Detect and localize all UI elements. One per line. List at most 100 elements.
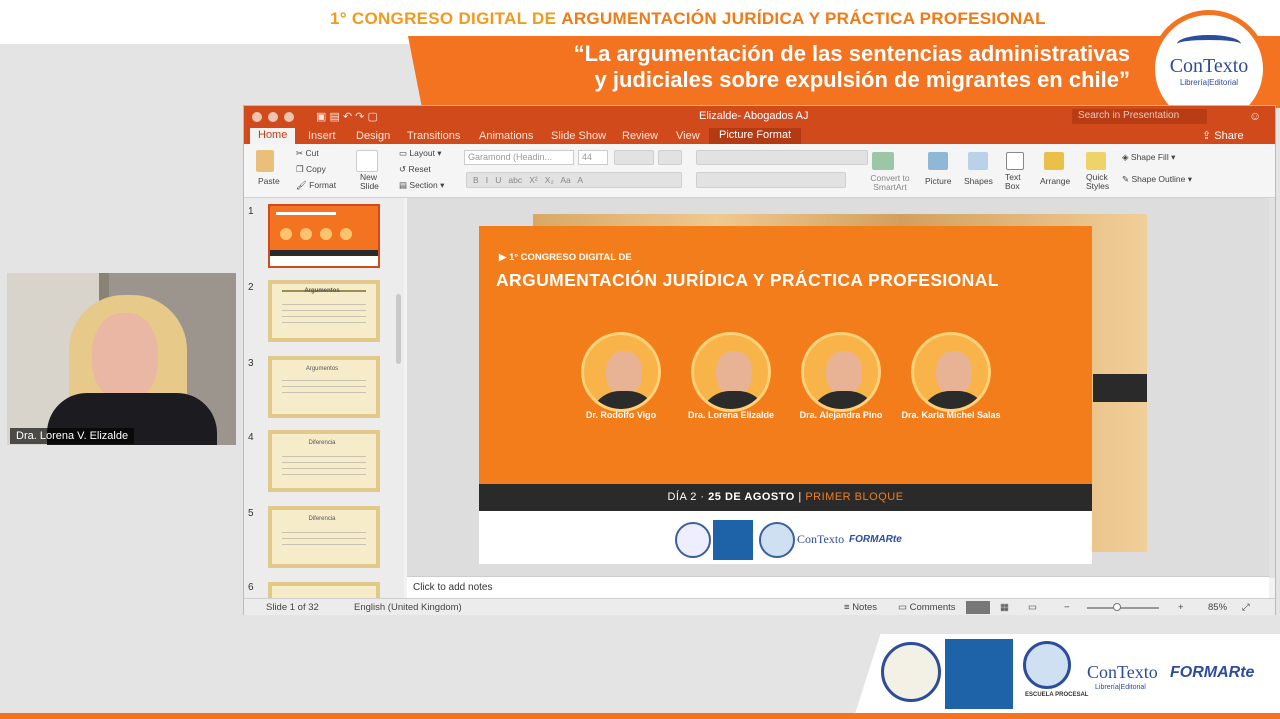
webcam-video	[7, 273, 236, 445]
subtitle-line-2: y judiciales sobre expulsión de migrante…	[594, 67, 1130, 92]
layout-button[interactable]: ▭ Layout ▾	[399, 148, 442, 159]
talk-subtitle: “La argumentación de las sentencias admi…	[430, 41, 1130, 93]
contexto-bottom-logo: ConTexto	[1087, 662, 1158, 682]
minimize-window-button[interactable]	[268, 112, 278, 122]
reading-view-icon[interactable]: ▭	[1028, 602, 1037, 613]
text-style-buttons[interactable]: B I U abc X² X₂ Aa A	[466, 172, 682, 188]
clear-format-button[interactable]	[658, 150, 682, 165]
tab-home[interactable]: Home	[250, 128, 296, 144]
shape-outline-button[interactable]: ✎ Shape Outline ▾	[1122, 174, 1192, 185]
zoom-slider-handle[interactable]	[1113, 603, 1121, 611]
sorter-view-icon[interactable]: ▦	[1000, 602, 1009, 613]
text-box-label[interactable]: Text Box	[1005, 173, 1025, 191]
smiley-icon[interactable]: ☺	[1249, 109, 1261, 123]
shape-fill-button[interactable]: ◈ Shape Fill ▾	[1122, 152, 1175, 163]
speaker-photo-4	[911, 332, 991, 412]
shapes-label[interactable]: Shapes	[964, 176, 993, 186]
quick-access-icons[interactable]: ▣ ▤ ↶ ↷ ▢	[316, 110, 378, 123]
speaker-photo-3	[801, 332, 881, 412]
bottom-orange-band	[0, 713, 1280, 719]
language-indicator[interactable]: English (United Kingdom)	[354, 602, 462, 613]
tab-slide-show[interactable]: Slide Show	[551, 130, 606, 142]
shapes-icon[interactable]	[968, 152, 988, 170]
convert-smartart-label[interactable]: Convert to SmartArt	[868, 174, 912, 192]
escuela-procesal-icon	[1023, 641, 1071, 689]
zoom-in-button[interactable]: +	[1178, 602, 1184, 613]
font-grow-shrink-buttons[interactable]	[614, 150, 654, 165]
tab-animations[interactable]: Animations	[479, 130, 533, 142]
comments-button[interactable]: ▭ Comments	[898, 602, 956, 613]
normal-view-button[interactable]	[966, 601, 990, 614]
slide-thumbnail-6[interactable]	[268, 582, 380, 598]
fit-to-window-icon[interactable]: ⤢	[1242, 602, 1250, 613]
reset-button[interactable]: ↺ Reset	[399, 164, 431, 175]
quick-styles-label[interactable]: Quick Styles	[1086, 173, 1114, 191]
tab-transitions[interactable]: Transitions	[407, 130, 460, 142]
ribbon-toolbar: Paste ✂ Cut ❐ Copy 🖌 Format New Slide ▭ …	[244, 144, 1275, 198]
section-button[interactable]: ▤ Section ▾	[399, 180, 444, 191]
instituto-logo-icon	[713, 520, 753, 560]
picture-label[interactable]: Picture	[925, 176, 951, 186]
paste-icon[interactable]	[256, 150, 274, 172]
font-name-input[interactable]: Garamond (Headin...	[464, 150, 574, 165]
text-box-icon[interactable]	[1006, 152, 1024, 170]
tab-insert[interactable]: Insert	[308, 130, 336, 142]
format-painter-button[interactable]: 🖌 Format	[296, 180, 336, 191]
escuela-label: ESCUELA PROCESAL	[1025, 692, 1089, 698]
zoom-slider[interactable]	[1087, 607, 1159, 609]
congress-title: 1° CONGRESO DIGITAL DE ARGUMENTACIÓN JUR…	[330, 9, 1046, 28]
slide-thumbnail-2[interactable]: Argumentos	[268, 280, 380, 342]
copy-button[interactable]: ❐ Copy	[296, 164, 326, 175]
formarte-bottom-logo: FORMARte	[1170, 664, 1255, 681]
slide-thumbnail-5[interactable]: Diferencia	[268, 506, 380, 568]
slide-heading-large: ARGUMENTACIÓN JURÍDICA Y PRÁCTICA PROFES…	[496, 270, 999, 290]
paste-label[interactable]: Paste	[258, 176, 280, 186]
new-slide-label[interactable]: New Slide	[360, 173, 384, 191]
quick-styles-icon[interactable]	[1086, 152, 1106, 170]
font-size-input[interactable]: 44	[578, 150, 608, 165]
alignment-buttons[interactable]	[696, 172, 846, 188]
slide-thumbnail-4[interactable]: Diferencia	[268, 430, 380, 492]
picture-icon[interactable]	[928, 152, 948, 170]
tab-view[interactable]: View	[676, 130, 700, 142]
maximize-window-button[interactable]	[284, 112, 294, 122]
speaker-name-1: Dr. Rodolfo Vigo	[585, 410, 657, 420]
arrange-icon[interactable]	[1044, 152, 1064, 170]
zoom-out-button[interactable]: −	[1064, 602, 1070, 613]
slide-thumbnail-1[interactable]	[268, 204, 380, 268]
title-bar: ▣ ▤ ↶ ↷ ▢ Elizalde- Abogados AJ Search i…	[244, 106, 1275, 128]
powerpoint-window: ▣ ▤ ↶ ↷ ▢ Elizalde- Abogados AJ Search i…	[243, 105, 1276, 615]
search-input[interactable]: Search in Presentation	[1072, 109, 1207, 124]
webcam-name-label: Dra. Lorena V. Elizalde	[10, 428, 135, 444]
slide-scrollbar[interactable]	[1269, 198, 1275, 578]
instituto-derecho-procesal-logo	[945, 639, 1013, 709]
ribbon-tabs: Home Insert Design Transitions Animation…	[244, 128, 1275, 144]
cut-button[interactable]: ✂ Cut	[296, 148, 319, 159]
book-icon	[1177, 35, 1241, 53]
tab-design[interactable]: Design	[356, 130, 390, 142]
notes-button[interactable]: ≡ Notes	[844, 602, 877, 613]
slide-editor: ▶ 1° CONGRESO DIGITAL DE ARGUMENTACIÓN J…	[407, 198, 1269, 576]
thumbnail-number: 1	[248, 206, 254, 217]
slide-thumbnail-3[interactable]: Argumentos	[268, 356, 380, 418]
slide-counter: Slide 1 of 32	[266, 602, 319, 613]
tab-review[interactable]: Review	[622, 130, 658, 142]
sponsor-logos-panel: ESCUELA PROCESAL ConTexto Librería|Edito…	[855, 634, 1280, 714]
window-title: Elizalde- Abogados AJ	[699, 110, 809, 122]
arrange-label[interactable]: Arrange	[1040, 176, 1070, 186]
smartart-icon[interactable]	[872, 152, 894, 170]
escuela-logo-icon	[759, 522, 795, 558]
new-slide-icon[interactable]	[356, 150, 378, 172]
close-window-button[interactable]	[252, 112, 262, 122]
subtitle-line-1: “La argumentación de las sentencias admi…	[573, 41, 1130, 66]
thumbnail-scrollbar[interactable]	[396, 294, 401, 364]
zoom-level[interactable]: 85%	[1208, 602, 1227, 613]
tab-picture-format[interactable]: Picture Format	[709, 128, 802, 144]
notes-pane[interactable]: Click to add notes	[407, 576, 1269, 598]
paragraph-list-buttons[interactable]	[696, 150, 868, 165]
current-slide[interactable]: ▶ 1° CONGRESO DIGITAL DE ARGUMENTACIÓN J…	[479, 226, 1092, 564]
slide-thumbnail-panel: 1 2 Argumentos 3 Argumentos 4 Diferencia…	[244, 198, 404, 598]
colegio-abogados-seal-icon	[881, 642, 941, 702]
speaker-name-2: Dra. Lorena Elizalde	[687, 410, 775, 420]
share-button[interactable]: ⇪ Share	[1202, 129, 1244, 142]
